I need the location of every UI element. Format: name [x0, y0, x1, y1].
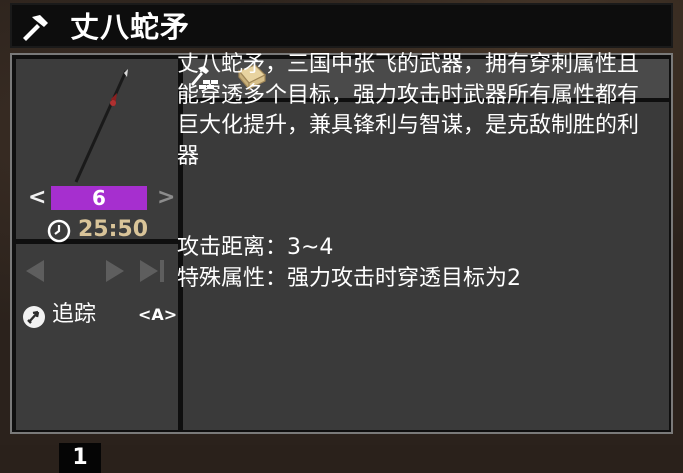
item-stats: 攻击距离：3~4 特殊属性：强力攻击时穿透目标为2 — [177, 233, 657, 294]
page-next-icon[interactable] — [104, 258, 128, 284]
spear-icon — [74, 69, 128, 183]
clock-icon — [47, 219, 71, 243]
weapon-preview-cell: < 6 > 25:50 — [16, 59, 178, 243]
page-prev-icon[interactable] — [22, 258, 46, 284]
skill-cell: 1 追踪 <A> — [16, 244, 178, 473]
item-description: 丈八蛇矛，三国中张飞的武器，拥有穿刺属性且能穿透多个目标，强力攻击时武器所有属性… — [177, 52, 640, 169]
timer-value: 25:50 — [78, 217, 149, 242]
skill-name[interactable]: 追踪 — [52, 299, 96, 331]
stat-special: 特殊属性：强力攻击时穿透目标为2 — [177, 265, 521, 291]
title-bar: 丈八蛇矛 — [10, 3, 673, 48]
stat-range: 攻击距离：3~4 — [177, 235, 334, 260]
tracking-icon — [23, 306, 45, 328]
item-detail-window: 丈八蛇矛 < 6 > 25:50 1 追踪 <A> 丈八蛇矛，三国中张飞的武器，… — [0, 0, 683, 473]
item-title: 丈八蛇矛 — [70, 10, 191, 44]
level-prev-arrow[interactable]: < — [28, 185, 46, 210]
page-last-icon[interactable] — [138, 258, 168, 284]
page-number: 1 — [59, 443, 101, 473]
skill-hotkey: <A> — [138, 305, 178, 324]
hammer-icon — [23, 15, 48, 41]
level-next-arrow[interactable]: > — [157, 185, 175, 210]
level-indicator: 6 — [51, 186, 147, 210]
